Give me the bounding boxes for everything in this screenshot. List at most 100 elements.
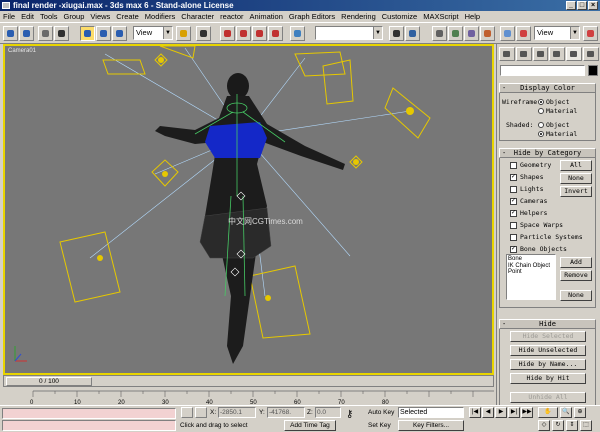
render-type-dropdown[interactable]: View ▼ (534, 26, 580, 40)
category-list[interactable]: Bone IK Chain Object Point (506, 254, 556, 300)
goto-start-icon[interactable]: |◀ (469, 407, 481, 418)
tab-modify[interactable] (515, 47, 532, 61)
object-name-field[interactable] (500, 65, 585, 76)
zoom-icon[interactable]: 🔍 (560, 407, 572, 418)
shapes-checkbox[interactable]: ✓ (510, 174, 517, 181)
tab-motion[interactable] (549, 47, 566, 61)
select-move-icon[interactable] (80, 26, 95, 41)
menu-tools[interactable]: Tools (37, 11, 61, 22)
material-editor-icon[interactable] (480, 26, 495, 41)
auto-key-button[interactable]: Auto Key (368, 408, 394, 417)
hide-by-hit-button[interactable]: Hide by Hit (510, 373, 586, 384)
pivot-center-icon[interactable] (176, 26, 191, 41)
maximize-icon[interactable]: □ (577, 1, 587, 10)
wireframe-material-radio[interactable] (538, 108, 544, 114)
menu-character[interactable]: Character (178, 11, 217, 22)
menu-views[interactable]: Views (87, 11, 113, 22)
named-selection-set-dropdown[interactable]: ▼ (315, 26, 383, 40)
render-last-icon[interactable] (583, 26, 598, 41)
lights-checkbox[interactable] (510, 186, 517, 193)
edit-named-selection-icon[interactable] (290, 26, 305, 41)
schematic-view-icon[interactable] (464, 26, 479, 41)
time-slider-bar[interactable]: 0 / 100 (3, 375, 494, 387)
lock-selection-icon[interactable] (181, 407, 193, 418)
next-frame-icon[interactable]: ▶| (508, 407, 520, 418)
pan-icon[interactable]: ✋ (538, 407, 558, 418)
curve-editor-icon[interactable] (448, 26, 463, 41)
shaded-object-radio[interactable] (538, 122, 544, 128)
menu-help[interactable]: Help (462, 11, 483, 22)
menu-modifiers[interactable]: Modifiers (142, 11, 178, 22)
render-scene-icon[interactable] (500, 26, 515, 41)
angle-snap-icon[interactable] (236, 26, 251, 41)
all-button[interactable]: All (560, 160, 592, 171)
dolly-icon[interactable]: ⇕ (566, 420, 578, 431)
rollout-hide-by-category-header[interactable]: - Hide by Category (499, 148, 596, 158)
geometry-checkbox[interactable] (510, 162, 517, 169)
tab-utilities[interactable] (583, 47, 599, 61)
menu-reactor[interactable]: reactor (217, 11, 246, 22)
list-none-button[interactable]: None (560, 290, 592, 301)
menu-create[interactable]: Create (113, 11, 142, 22)
hide-unselected-button[interactable]: Hide Unselected (510, 345, 586, 356)
unhide-all-button[interactable]: Unhide All (510, 392, 586, 403)
layer-manager-icon[interactable] (432, 26, 447, 41)
hide-by-name-button[interactable]: Hide by Name... (510, 359, 586, 370)
undo-icon[interactable] (3, 26, 18, 41)
quick-render-icon[interactable] (516, 26, 531, 41)
time-slider[interactable]: 0 / 100 (6, 377, 92, 386)
wireframe-object-radio[interactable] (538, 99, 544, 105)
app-icon[interactable] (2, 2, 10, 9)
maximize-viewport-icon[interactable]: ⬚ (580, 420, 592, 431)
absolute-mode-icon[interactable] (195, 407, 207, 418)
tab-display[interactable] (566, 47, 583, 61)
invert-button[interactable]: Invert (560, 186, 592, 197)
zoom-all-icon[interactable]: ⊕ (574, 407, 586, 418)
snap-toggle-icon[interactable] (220, 26, 235, 41)
z-coordinate-field[interactable]: 0.0 (315, 407, 341, 418)
space-warps-checkbox[interactable] (510, 222, 517, 229)
x-coordinate-field[interactable]: -2850.1 (218, 407, 256, 418)
none-button[interactable]: None (560, 173, 592, 184)
maxscript-listener-bottom[interactable] (2, 420, 176, 431)
select-object-icon[interactable] (54, 26, 69, 41)
menu-customize[interactable]: Customize (379, 11, 420, 22)
list-item[interactable]: Point (508, 269, 554, 276)
remove-button[interactable]: Remove (560, 270, 592, 281)
select-link-icon[interactable] (38, 26, 53, 41)
key-icon[interactable]: ⚷ (346, 409, 353, 420)
menu-edit[interactable]: Edit (18, 11, 37, 22)
goto-end-icon[interactable]: ▶▶ (521, 407, 533, 418)
object-color-swatch[interactable] (588, 65, 598, 76)
particle-systems-checkbox[interactable] (510, 234, 517, 241)
menu-graph-editors[interactable]: Graph Editors (286, 11, 338, 22)
add-time-tag-button[interactable]: Add Time Tag (284, 420, 336, 431)
field-of-view-icon[interactable]: ◇ (538, 420, 550, 431)
reference-coordinate-dropdown[interactable]: View ▼ (133, 26, 173, 40)
redo-icon[interactable] (19, 26, 34, 41)
helpers-checkbox[interactable]: ✓ (510, 210, 517, 217)
key-filters-button[interactable]: Key Filters... (398, 420, 464, 431)
camera-viewport[interactable]: Camera01 中文网CGTimes.com (3, 44, 494, 375)
orbit-icon[interactable]: ↻ (552, 420, 564, 431)
set-key-button[interactable]: Set Key (368, 421, 391, 430)
tab-hierarchy[interactable] (532, 47, 549, 61)
align-icon[interactable] (405, 26, 420, 41)
rollout-display-color-header[interactable]: - Display Color (499, 83, 596, 93)
track-bar[interactable]: 0 10 20 30 40 50 60 70 80 (3, 387, 494, 406)
mirror-icon[interactable] (389, 26, 404, 41)
play-icon[interactable]: ▶ (495, 407, 507, 418)
menu-rendering[interactable]: Rendering (338, 11, 379, 22)
close-icon[interactable]: × (588, 1, 598, 10)
rollout-hide-header[interactable]: - Hide (499, 319, 596, 329)
y-coordinate-field[interactable]: -41768. (267, 407, 305, 418)
shaded-material-radio[interactable] (538, 131, 544, 137)
previous-frame-icon[interactable]: ◀ (482, 407, 494, 418)
maxscript-listener-top[interactable] (2, 408, 176, 419)
menu-animation[interactable]: Animation (247, 11, 286, 22)
minimize-icon[interactable]: _ (566, 1, 576, 10)
add-button[interactable]: Add (560, 257, 592, 268)
cameras-checkbox[interactable]: ✓ (510, 198, 517, 205)
select-rotate-icon[interactable] (96, 26, 111, 41)
menu-group[interactable]: Group (61, 11, 88, 22)
